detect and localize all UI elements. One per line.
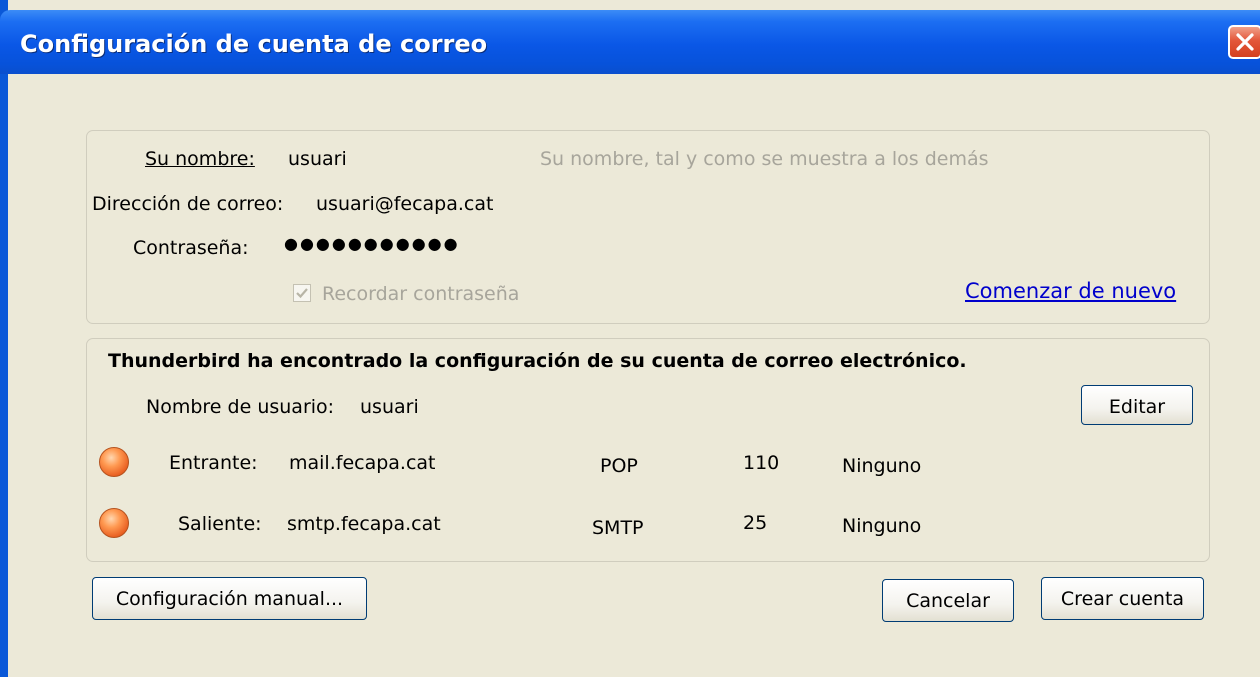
remember-password-checkbox[interactable] xyxy=(293,284,311,302)
name-hint: Su nombre, tal y como se muestra a los d… xyxy=(540,148,989,170)
username-value: usuari xyxy=(360,396,419,418)
cancel-button[interactable]: Cancelar xyxy=(882,579,1014,622)
title-bar[interactable]: Configuración de cuenta de correo xyxy=(0,10,1260,74)
incoming-label: Entrante: xyxy=(169,452,258,474)
name-label: Su nombre: xyxy=(145,148,255,170)
password-label: Contraseña: xyxy=(133,237,249,259)
incoming-status-icon xyxy=(99,447,129,477)
outgoing-protocol: SMTP xyxy=(592,517,644,539)
outgoing-label: Saliente: xyxy=(178,513,262,535)
remember-password-label: Recordar contraseña xyxy=(322,283,520,305)
window-title: Configuración de cuenta de correo xyxy=(20,30,488,58)
outgoing-security: Ninguno xyxy=(842,515,922,537)
found-config-headline: Thunderbird ha encontrado la configuraci… xyxy=(108,350,967,372)
password-field[interactable]: ●●●●●●●●●●● xyxy=(284,234,460,253)
incoming-port: 110 xyxy=(743,452,780,474)
name-field[interactable]: usuari xyxy=(288,148,347,170)
dialog-window: Configuración de cuenta de correo Su nom… xyxy=(0,0,1260,677)
close-button[interactable] xyxy=(1228,25,1260,59)
incoming-security: Ninguno xyxy=(842,455,922,477)
outgoing-status-icon xyxy=(99,508,129,538)
email-label: Dirección de correo: xyxy=(92,193,284,215)
edit-button[interactable]: Editar xyxy=(1081,385,1193,425)
outgoing-port: 25 xyxy=(743,512,768,534)
incoming-protocol: POP xyxy=(600,455,638,477)
create-account-button[interactable]: Crear cuenta xyxy=(1041,577,1204,620)
outgoing-server: smtp.fecapa.cat xyxy=(287,513,441,535)
incoming-server: mail.fecapa.cat xyxy=(289,452,436,474)
close-icon xyxy=(1236,33,1254,51)
email-field[interactable]: usuari@fecapa.cat xyxy=(316,193,493,215)
checkmark-icon xyxy=(296,288,308,299)
start-over-link[interactable]: Comenzar de nuevo xyxy=(965,279,1176,303)
manual-config-button[interactable]: Configuración manual... xyxy=(92,577,367,620)
username-label: Nombre de usuario: xyxy=(146,396,335,418)
